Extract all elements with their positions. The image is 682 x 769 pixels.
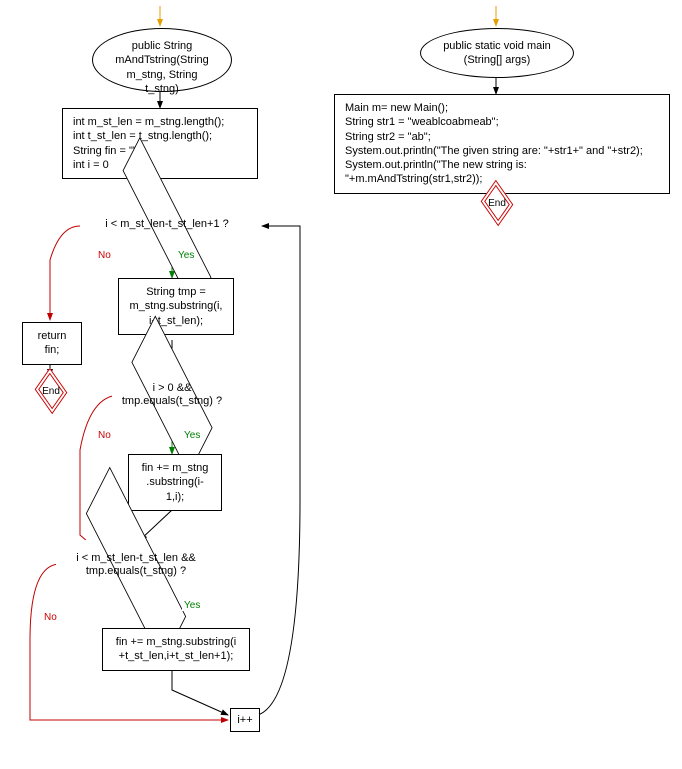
- return-text: return fin;: [38, 330, 67, 356]
- cond1-no-label: No: [96, 250, 113, 261]
- end-node-right: End: [482, 190, 512, 216]
- cond2-node: i > 0 && tmp.equals(t_stng) ?: [112, 370, 232, 420]
- end-node-left: End: [36, 378, 66, 404]
- increment-text: i++: [237, 714, 252, 726]
- cond3-text: i < m_st_len-t_st_len && tmp.equals(t_st…: [56, 540, 216, 590]
- append1-text: fin += m_stng .substring(i-1,i);: [142, 462, 209, 503]
- return-node: return fin;: [22, 322, 82, 365]
- cond3-yes-label: Yes: [182, 600, 202, 611]
- method-signature-node: public String mAndTstring(String m_stng,…: [92, 28, 232, 92]
- main-body-text: Main m= new Main(); String str1 = "weabl…: [345, 101, 659, 187]
- tmp-block-text: String tmp = m_stng.substring(i, i+t_st_…: [130, 286, 223, 327]
- main-signature-node: public static void main (String[] args): [420, 28, 574, 78]
- cond3-node: i < m_st_len-t_st_len && tmp.equals(t_st…: [56, 540, 216, 590]
- end-text-right: End: [488, 198, 506, 209]
- cond3-no-label: No: [42, 612, 59, 623]
- end-text-left: End: [42, 386, 60, 397]
- cond1-text: i < m_st_len-t_st_len+1 ?: [92, 206, 242, 243]
- cond1-yes-label: Yes: [176, 250, 196, 261]
- cond2-no-label: No: [96, 430, 113, 441]
- append2-text: fin += m_stng.substring(i +t_st_len,i+t_…: [116, 636, 236, 662]
- main-signature-text: public static void main (String[] args): [443, 40, 551, 66]
- cond2-text: i > 0 && tmp.equals(t_stng) ?: [112, 370, 232, 420]
- method-signature-text: public String mAndTstring(String m_stng,…: [115, 40, 209, 95]
- tmp-block-node: String tmp = m_stng.substring(i, i+t_st_…: [118, 278, 234, 335]
- init-block-text: int m_st_len = m_stng.length(); int t_st…: [73, 115, 247, 172]
- cond1-node: i < m_st_len-t_st_len+1 ?: [92, 206, 242, 242]
- append1-node: fin += m_stng .substring(i-1,i);: [128, 454, 222, 511]
- init-block-node: int m_st_len = m_stng.length(); int t_st…: [62, 108, 258, 179]
- increment-node: i++: [230, 708, 260, 732]
- cond2-yes-label: Yes: [182, 430, 202, 441]
- main-body-node: Main m= new Main(); String str1 = "weabl…: [334, 94, 670, 194]
- append2-node: fin += m_stng.substring(i +t_st_len,i+t_…: [102, 628, 250, 671]
